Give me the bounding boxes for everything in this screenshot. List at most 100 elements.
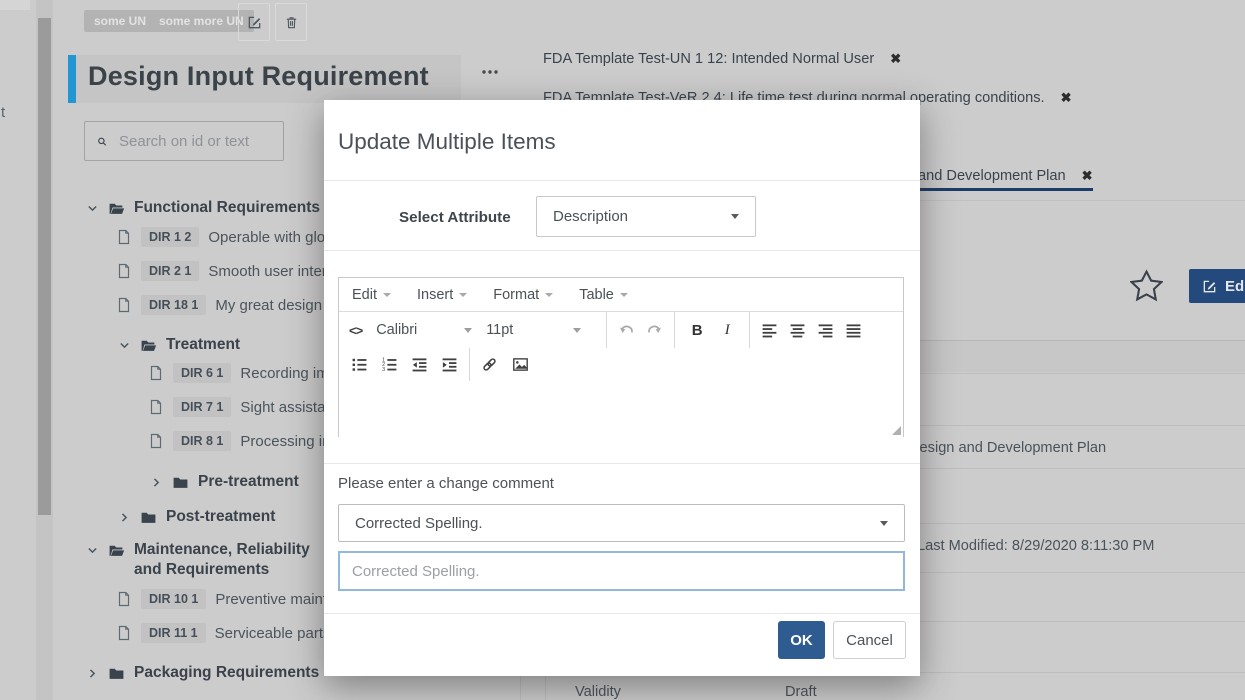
tree-item-dir-7-1[interactable]: DIR 7 1 Sight assistanc (148, 395, 341, 419)
document-icon (148, 399, 164, 415)
tree-folder-functional-requirements[interactable]: Functional Requirements (86, 196, 320, 220)
title-accent-bar (68, 55, 76, 103)
requirement-id-badge: DIR 10 1 (141, 589, 206, 609)
folder-open-icon (108, 200, 125, 217)
chevron-down-icon (383, 293, 391, 297)
folder-icon (172, 474, 189, 491)
attribute-select[interactable]: Description (536, 196, 756, 237)
font-size-select[interactable]: 11pt (486, 322, 581, 338)
tree-folder-label: Pre-treatment (198, 473, 299, 491)
ok-button[interactable]: OK (778, 621, 825, 659)
star-icon[interactable] (1130, 269, 1163, 302)
requirement-id-badge: DIR 2 1 (141, 261, 199, 281)
chip-label: and Development Plan (918, 168, 1066, 184)
toolbar-separator (674, 312, 675, 348)
ellipsis-menu-icon[interactable] (481, 69, 499, 75)
document-icon (116, 297, 132, 313)
cancel-button[interactable]: Cancel (833, 621, 906, 659)
chevron-down-icon[interactable] (86, 544, 99, 557)
edit-button[interactable]: Edit (1189, 269, 1245, 303)
toolbar-separator (469, 348, 470, 381)
edit-tags-button[interactable] (238, 3, 270, 41)
chevron-down-icon (620, 293, 628, 297)
chevron-down-icon (731, 214, 739, 219)
chevron-right-icon[interactable] (118, 511, 131, 524)
search-icon (97, 134, 107, 149)
menu-format[interactable]: Format (493, 287, 553, 303)
menu-table[interactable]: Table (579, 287, 628, 303)
tree-item-dir-8-1[interactable]: DIR 8 1 Processing imag (148, 429, 351, 453)
menu-insert[interactable]: Insert (417, 287, 467, 303)
tree-folder-maintenance[interactable]: Maintenance, Reliability and Requirement… (86, 540, 332, 584)
close-icon[interactable]: ✖ (1082, 168, 1093, 184)
folder-icon (108, 665, 125, 682)
source-code-icon[interactable]: <> (349, 323, 362, 338)
document-icon (148, 433, 164, 449)
edit-icon (1202, 279, 1217, 294)
outdent-icon[interactable] (411, 356, 428, 373)
divider (324, 613, 920, 614)
chevron-down-icon (464, 328, 472, 333)
menu-edit[interactable]: Edit (352, 287, 391, 303)
editor-menubar: Edit Insert Format Table (339, 278, 903, 312)
italic-icon[interactable]: I (716, 322, 738, 339)
tree-folder-label: Post-treatment (166, 508, 275, 526)
chevron-down-icon (545, 293, 553, 297)
page-title: Design Input Requirement (88, 61, 429, 92)
active-tab-underline (900, 188, 1093, 191)
close-icon[interactable]: ✖ (1061, 90, 1072, 106)
image-icon[interactable] (512, 356, 529, 373)
align-center-icon[interactable] (789, 322, 806, 339)
chip-label: FDA Template Test-UN 1 12: Intended Norm… (543, 51, 874, 67)
property-value: Design and Development Plan (909, 440, 1106, 456)
chevron-down-icon[interactable] (118, 339, 131, 352)
editor-content-area[interactable] (339, 381, 903, 437)
indent-icon[interactable] (441, 356, 458, 373)
tree-item-dir-2-1[interactable]: DIR 2 1 Smooth user interfac (116, 259, 347, 283)
delete-tags-button[interactable] (275, 3, 307, 41)
link-icon[interactable] (481, 356, 498, 373)
tree-item-dir-18-1[interactable]: DIR 18 1 My great design wo (116, 293, 345, 317)
font-family-select[interactable]: Calibri (376, 322, 472, 338)
chevron-right-icon[interactable] (86, 667, 99, 680)
change-comment-label: Please enter a change comment (338, 475, 554, 492)
search-input[interactable] (117, 132, 271, 151)
tree-folder-pre-treatment[interactable]: Pre-treatment (150, 470, 299, 494)
tree-item-dir-10-1[interactable]: DIR 10 1 Preventive mainten (116, 587, 344, 611)
tree-item-dir-6-1[interactable]: DIR 6 1 Recording imag (148, 361, 345, 385)
align-right-icon[interactable] (817, 322, 834, 339)
folder-open-icon (108, 542, 125, 559)
bold-icon[interactable]: B (686, 322, 708, 339)
selected-item-chip: FDA Template Test-UN 1 12: Intended Norm… (543, 51, 901, 67)
tree-folder-label: Maintenance, Reliability and Requirement… (134, 540, 332, 580)
update-multiple-items-dialog: Update Multiple Items Select Attribute D… (324, 100, 920, 676)
left-rail-fragment (0, 0, 30, 10)
numbered-list-icon[interactable] (381, 356, 398, 373)
redo-icon[interactable] (646, 322, 663, 339)
tree-search-box[interactable] (84, 121, 284, 161)
tree-item-dir-1-2[interactable]: DIR 1 2 Operable with gloves (116, 225, 348, 249)
tag-some-un: some UN (84, 10, 156, 32)
tree-folder-packaging-requirements[interactable]: Packaging Requirements (86, 661, 319, 685)
align-justify-icon[interactable] (845, 322, 862, 339)
trash-icon (284, 15, 299, 30)
chevron-down-icon[interactable] (86, 202, 99, 215)
tree-folder-treatment[interactable]: Treatment (118, 333, 240, 357)
tree-item-dir-11-1[interactable]: DIR 11 1 Serviceable parts (116, 621, 331, 645)
selected-item-tab[interactable]: and Development Plan ✖ (918, 168, 1093, 184)
left-scrollbar-thumb[interactable] (38, 18, 51, 515)
undo-icon[interactable] (618, 322, 635, 339)
requirement-label: Serviceable parts (215, 625, 331, 642)
change-comment-select[interactable]: Corrected Spelling. (338, 504, 905, 542)
chevron-right-icon[interactable] (150, 476, 163, 489)
property-value: Last Modified: 8/29/2020 8:11:30 PM (917, 538, 1154, 554)
edit-icon (247, 15, 262, 30)
align-left-icon[interactable] (761, 322, 778, 339)
rich-text-editor[interactable]: Edit Insert Format Table <> Calibri 11pt… (338, 277, 904, 437)
resize-handle[interactable] (892, 426, 901, 435)
bullet-list-icon[interactable] (351, 356, 368, 373)
requirement-id-badge: DIR 8 1 (173, 431, 231, 451)
tree-folder-post-treatment[interactable]: Post-treatment (118, 505, 275, 529)
change-comment-input[interactable] (340, 563, 903, 580)
close-icon[interactable]: ✖ (890, 51, 901, 67)
